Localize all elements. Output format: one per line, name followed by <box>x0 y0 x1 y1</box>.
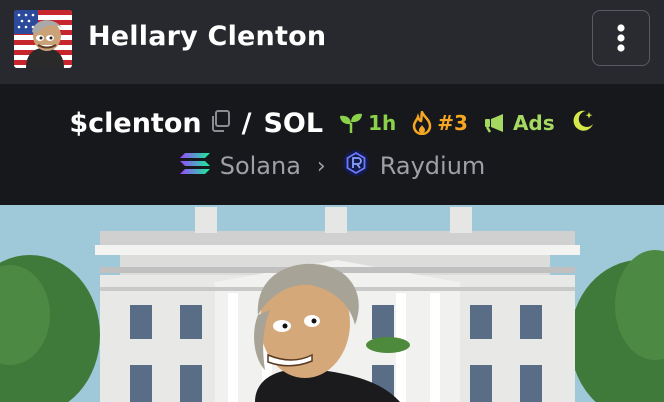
more-options-button[interactable] <box>592 10 650 66</box>
chevron-right-icon: › <box>316 153 326 179</box>
megaphone-icon <box>484 114 503 133</box>
token-avatar <box>14 10 72 68</box>
pair-age-label: 1h <box>368 111 397 135</box>
quote-symbol: SOL <box>263 107 324 139</box>
token-name: Hellary Clenton <box>88 21 327 52</box>
seedling-icon <box>340 113 363 133</box>
dex-name[interactable]: Raydium <box>380 152 486 180</box>
pair-row: $clenton / SOL 1h #3 Ads <box>0 105 664 141</box>
trending-rank-label: #3 <box>437 111 468 135</box>
flame-icon <box>412 111 432 135</box>
base-symbol: $clenton <box>69 107 202 139</box>
raydium-icon <box>342 149 370 183</box>
pair-age-badge: 1h <box>339 111 396 135</box>
solana-icon <box>179 151 211 181</box>
chain-name[interactable]: Solana <box>220 152 301 180</box>
pair-separator: / <box>241 107 252 139</box>
token-banner-image <box>0 205 664 402</box>
ads-badge[interactable]: Ads <box>484 111 555 135</box>
ads-label: Ads <box>512 111 555 135</box>
chain-dex-row: Solana › Raydium <box>0 149 664 183</box>
top-bar: Hellary Clenton <box>0 0 664 85</box>
copy-icon[interactable] <box>210 109 232 137</box>
token-info-bar: $clenton / SOL 1h #3 Ads Solana › Raydiu… <box>0 85 664 205</box>
vertical-ellipsis-icon <box>617 24 625 52</box>
moon-icon[interactable] <box>571 109 595 137</box>
trending-rank-badge[interactable]: #3 <box>412 111 468 135</box>
